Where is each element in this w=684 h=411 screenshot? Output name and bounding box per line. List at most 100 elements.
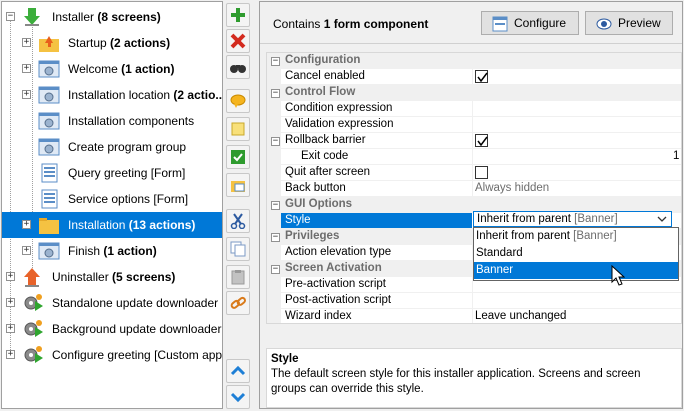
prop-condition-expression[interactable]: Condition expression (267, 101, 681, 117)
move-up-button[interactable] (226, 359, 250, 383)
note-button[interactable] (226, 117, 250, 141)
paste-button[interactable] (226, 265, 250, 289)
tree-item-query-greeting[interactable]: Query greeting [Form] (2, 160, 222, 186)
tree-item-background-update-downloader[interactable]: + Background update downloader ... (2, 316, 222, 342)
chevron-up-icon (230, 365, 246, 376)
prop-label: Action elevation type (285, 246, 392, 258)
style-option-inherit[interactable]: Inherit from parent [Banner] (474, 228, 678, 245)
tree-item-label: Installer (52, 10, 95, 24)
prop-wizard-index[interactable]: Wizard index Leave unchanged (267, 309, 681, 323)
rollback-barrier-checkbox[interactable] (475, 134, 488, 147)
tree-item-finish[interactable]: + Finish (1 action) (2, 238, 222, 264)
expand-toggle[interactable]: + (22, 246, 31, 255)
delete-icon (230, 33, 246, 49)
collapse-toggle[interactable]: − (271, 233, 280, 242)
style-dropdown[interactable]: Inherit from parent [Banner] (473, 211, 672, 227)
prop-validation-expression[interactable]: Validation expression (267, 117, 681, 133)
group-label: Configuration (285, 54, 361, 66)
tree-item-installer[interactable]: − Installer (8 screens) (2, 4, 222, 30)
option-label: Inherit from parent (476, 230, 570, 242)
group-control-flow[interactable]: − Control Flow (267, 85, 681, 101)
style-option-standard[interactable]: Standard (474, 245, 678, 262)
tree-item-startup[interactable]: + Startup (2 actions) (2, 30, 222, 56)
folder-icon (39, 218, 59, 234)
link-button[interactable] (226, 291, 250, 315)
style-option-banner[interactable]: Banner (474, 262, 678, 279)
screen-gear-icon (38, 60, 60, 78)
wizard-index-value: Leave unchanged (475, 310, 567, 322)
tree-item-count: (1 action) (121, 62, 175, 76)
prop-rollback-barrier[interactable]: − Rollback barrier (267, 133, 681, 149)
panel-header: Contains 1 form component Configure Prev… (260, 2, 682, 44)
tree-item-configure-greeting[interactable]: + Configure greeting [Custom appl... (2, 342, 222, 368)
screen-gear-icon (38, 86, 60, 104)
expand-toggle[interactable]: + (6, 350, 15, 359)
prop-post-activation-script[interactable]: Post-activation script (267, 293, 681, 309)
find-button[interactable] (226, 55, 250, 79)
tree-item-installation-location[interactable]: + Installation location (2 actio... (2, 82, 222, 108)
expand-toggle[interactable]: + (22, 64, 31, 73)
cut-button[interactable] (226, 209, 250, 233)
preview-button[interactable]: Preview (585, 11, 673, 35)
collapse-toggle[interactable]: − (271, 137, 280, 146)
group-label: Control Flow (285, 86, 356, 98)
expand-toggle[interactable]: + (22, 38, 31, 47)
add-icon (231, 8, 245, 22)
cancel-enabled-checkbox[interactable] (475, 70, 488, 83)
contains-count: 1 form component (323, 17, 429, 31)
tree-item-count: (2 actio... (173, 88, 223, 102)
checkmark-icon (477, 136, 488, 147)
prop-cancel-enabled[interactable]: Cancel enabled (267, 69, 681, 85)
screen-tree[interactable]: − Installer (8 screens) + Startup (2 act… (1, 1, 223, 409)
check-icon (231, 150, 245, 164)
prop-back-button[interactable]: Back button Always hidden (267, 181, 681, 197)
collapse-toggle[interactable]: − (271, 201, 280, 210)
collapse-toggle[interactable]: − (271, 265, 280, 274)
tree-item-create-program-group[interactable]: Create program group (2, 134, 222, 160)
tree-item-count: (2 actions) (110, 36, 171, 50)
expand-toggle[interactable]: + (6, 298, 15, 307)
property-description: Style The default screen style for this … (266, 348, 682, 408)
collapse-toggle[interactable]: − (271, 57, 280, 66)
copy-button[interactable] (226, 237, 250, 261)
configure-button[interactable]: Configure (481, 11, 579, 35)
add-button[interactable] (226, 3, 250, 27)
prop-exit-code[interactable]: Exit code 1 (267, 149, 681, 165)
collapse-toggle[interactable]: − (271, 89, 280, 98)
prop-quit-after-screen[interactable]: Quit after screen (267, 165, 681, 181)
collapse-toggle[interactable]: − (6, 12, 15, 21)
style-dropdown-list[interactable]: Inherit from parent [Banner] Standard Ba… (473, 227, 679, 281)
check-button[interactable] (226, 145, 250, 169)
expand-toggle[interactable]: + (6, 272, 15, 281)
delete-button[interactable] (226, 29, 250, 53)
quit-after-screen-checkbox[interactable] (475, 166, 488, 179)
checkmark-icon (477, 72, 488, 83)
move-down-button[interactable] (226, 385, 250, 409)
folder-screen-button[interactable] (226, 173, 250, 197)
mouse-cursor-icon (611, 265, 625, 286)
tree-item-label: Welcome (68, 62, 118, 76)
contains-prefix: Contains (273, 17, 321, 31)
group-configuration[interactable]: − Configuration (267, 53, 681, 69)
expand-toggle[interactable]: + (22, 220, 31, 229)
comment-icon (230, 94, 246, 108)
tree-item-installation[interactable]: + Installation (13 actions) (2, 212, 222, 238)
copy-icon (230, 241, 246, 257)
configure-label: Configure (514, 16, 567, 30)
tree-item-service-options[interactable]: Service options [Form] (2, 186, 222, 212)
prop-label: Validation expression (285, 118, 394, 130)
chevron-down-icon (657, 216, 667, 222)
tree-item-installation-components[interactable]: Installation components (2, 108, 222, 134)
link-icon (230, 296, 246, 309)
screen-gear-icon (38, 112, 60, 130)
tree-item-welcome[interactable]: + Welcome (1 action) (2, 56, 222, 82)
vertical-toolbar (225, 1, 253, 409)
expand-toggle[interactable]: + (6, 324, 15, 333)
tree-item-uninstaller[interactable]: + Uninstaller (5 screens) (2, 264, 222, 290)
expand-toggle[interactable]: + (22, 90, 31, 99)
comment-button[interactable] (226, 89, 250, 113)
style-current-hint: [Banner] (574, 213, 618, 225)
tree-item-standalone-update-downloader[interactable]: + Standalone update downloader [... (2, 290, 222, 316)
option-label: Banner (476, 264, 514, 276)
form-screen-icon (41, 189, 58, 209)
